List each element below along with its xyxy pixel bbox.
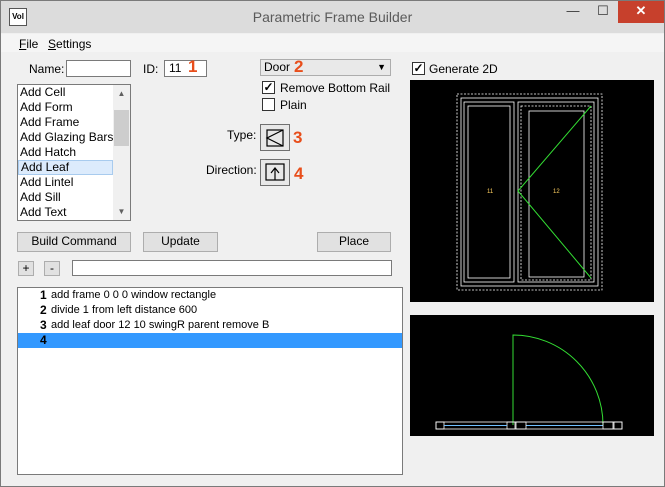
direction-up-icon <box>265 163 285 181</box>
callout-4: 4 <box>294 164 304 183</box>
list-scrollbar[interactable]: ▲ ▼ <box>113 85 130 220</box>
close-button[interactable]: ✕ <box>618 1 664 23</box>
list-item[interactable]: Add Cell <box>18 85 113 100</box>
command-row[interactable]: 1 add frame 0 0 0 window rectangle <box>18 288 402 303</box>
title-bar[interactable]: Vol Parametric Frame Builder — ☐ ✕ <box>1 1 664 33</box>
type-label: Type: <box>227 128 257 142</box>
callout-3: 3 <box>293 128 303 147</box>
plain-label: Plain <box>280 98 307 112</box>
command-text: add frame 0 0 0 window rectangle <box>51 289 217 301</box>
name-label: Name: <box>29 62 65 76</box>
command-number: 3 <box>40 318 47 332</box>
remove-bottom-rail-label: Remove Bottom Rail <box>280 81 391 95</box>
element-type-dropdown[interactable]: Door ▼ <box>260 59 391 76</box>
swing-type-icon <box>265 129 284 147</box>
build-command-button[interactable]: Build Command <box>17 232 131 252</box>
list-item[interactable]: Add Hatch <box>18 145 113 160</box>
generate-2d-label: Generate 2D <box>429 62 498 76</box>
direction-label: Direction: <box>206 163 257 177</box>
cell-label-12: 12 <box>553 189 560 195</box>
id-field[interactable]: 11 <box>164 60 207 77</box>
generate-2d-checkbox[interactable]: ✓ <box>412 62 425 75</box>
menu-file[interactable]: File <box>19 37 38 51</box>
command-input[interactable] <box>72 260 392 276</box>
command-row[interactable]: 3 add leaf door 12 10 swingR parent remo… <box>18 318 402 333</box>
place-button[interactable]: Place <box>317 232 391 252</box>
direction-button[interactable] <box>260 159 290 186</box>
list-item[interactable]: Add Form <box>18 100 113 115</box>
command-number: 1 <box>40 288 47 302</box>
list-item[interactable]: Add Glazing Bars <box>18 130 113 145</box>
callout-1: 1 <box>188 57 198 76</box>
elevation-drawing: 11 12 <box>456 93 603 291</box>
command-row[interactable]: 2 divide 1 from left distance 600 <box>18 303 402 318</box>
plain-checkbox[interactable] <box>262 98 275 111</box>
scroll-thumb[interactable] <box>114 110 129 146</box>
list-item[interactable]: Add Lintel <box>18 175 113 190</box>
list-item-selected[interactable]: Add Leaf <box>18 160 113 175</box>
update-button[interactable]: Update <box>143 232 218 252</box>
command-text: divide 1 from left distance 600 <box>51 304 198 316</box>
cell-label-11: 11 <box>487 189 494 195</box>
callout-2: 2 <box>294 57 304 76</box>
plan-preview <box>410 315 654 436</box>
command-type-list[interactable]: Add Cell Add Form Add Frame Add Glazing … <box>17 84 131 221</box>
scroll-up-icon[interactable]: ▲ <box>113 85 130 102</box>
list-item[interactable]: Add Sill <box>18 190 113 205</box>
elevation-preview: 11 12 <box>410 80 654 302</box>
remove-command-button[interactable]: - <box>44 261 60 276</box>
menu-settings[interactable]: Settings <box>48 37 91 51</box>
list-item[interactable]: Add Text <box>18 205 113 220</box>
menu-bar: File Settings <box>1 34 664 52</box>
app-window: Vol Parametric Frame Builder — ☐ ✕ File … <box>0 0 665 487</box>
command-list[interactable]: 1 add frame 0 0 0 window rectangle 2 div… <box>17 287 403 475</box>
minimize-button[interactable]: — <box>559 1 587 23</box>
list-item[interactable]: Add Frame <box>18 115 113 130</box>
command-number: 4 <box>40 333 47 347</box>
command-row-selected[interactable]: 4 <box>18 333 402 348</box>
maximize-button[interactable]: ☐ <box>589 1 617 23</box>
swing-type-button[interactable] <box>260 124 290 151</box>
id-label: ID: <box>143 62 159 76</box>
dropdown-value: Door <box>264 60 291 74</box>
remove-bottom-rail-checkbox[interactable]: ✓ <box>262 81 275 94</box>
command-text: add leaf door 12 10 swingR parent remove… <box>51 319 270 331</box>
plan-drawing <box>435 334 623 430</box>
add-command-button[interactable]: + <box>18 261 34 276</box>
name-field[interactable] <box>66 60 131 77</box>
scroll-down-icon[interactable]: ▼ <box>113 203 130 220</box>
command-number: 2 <box>40 303 47 317</box>
chevron-down-icon: ▼ <box>377 62 386 72</box>
